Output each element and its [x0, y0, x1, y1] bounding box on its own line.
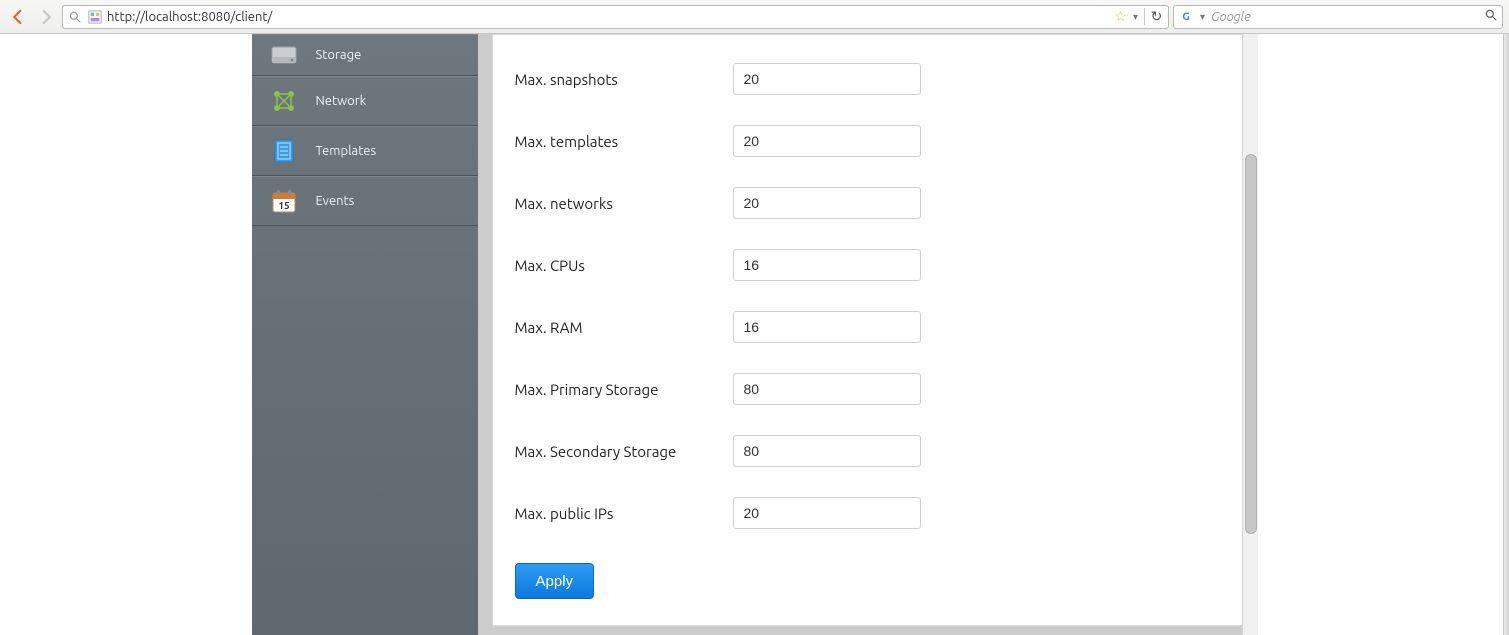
- max-networks-input[interactable]: [733, 187, 921, 219]
- sidebar-item-network[interactable]: Network: [252, 76, 478, 126]
- max-snapshots-input[interactable]: [733, 63, 921, 95]
- svg-text:15: 15: [278, 200, 290, 211]
- reload-button[interactable]: ↻: [1144, 8, 1164, 25]
- max-cpus-input[interactable]: [733, 249, 921, 281]
- favicon-icon: [87, 9, 103, 25]
- templates-icon: [270, 137, 298, 165]
- max-ram-input[interactable]: [733, 311, 921, 343]
- app-container: Storage Network Templates 15 Events: [252, 34, 1258, 635]
- search-placeholder: Google: [1211, 10, 1480, 24]
- field-label: Max. public IPs: [515, 505, 733, 522]
- search-submit-icon[interactable]: [1484, 8, 1498, 25]
- sidebar-item-label: Storage: [316, 48, 362, 62]
- url-history-dropdown-icon[interactable]: ▾: [1131, 11, 1140, 23]
- sidebar-item-label: Events: [316, 194, 355, 208]
- back-button[interactable]: [6, 5, 30, 29]
- field-label: Max. networks: [515, 195, 733, 212]
- field-label: Max. Secondary Storage: [515, 443, 733, 460]
- scrollbar-thumb[interactable]: [1245, 154, 1257, 534]
- sidebar-item-storage[interactable]: Storage: [252, 34, 478, 76]
- form-row-max-cpus: Max. CPUs: [515, 249, 1221, 281]
- sidebar: Storage Network Templates 15 Events: [252, 34, 478, 635]
- storage-icon: [270, 41, 298, 69]
- content-area: Max. snapshots Max. templates Max. netwo…: [478, 34, 1258, 635]
- field-label: Max. templates: [515, 133, 733, 150]
- browser-toolbar: http://localhost:8080/client/ ☆ ▾ ↻ G ▾ …: [0, 0, 1509, 34]
- field-label: Max. snapshots: [515, 71, 733, 88]
- sidebar-item-templates[interactable]: Templates: [252, 126, 478, 176]
- window-scrollbar[interactable]: [1503, 34, 1509, 635]
- max-secondary-storage-input[interactable]: [733, 435, 921, 467]
- form-row-max-templates: Max. templates: [515, 125, 1221, 157]
- page-viewport: Storage Network Templates 15 Events: [0, 34, 1509, 635]
- bookmark-star-icon[interactable]: ☆: [1114, 8, 1127, 25]
- forward-button[interactable]: [34, 5, 58, 29]
- search-engine-dropdown-icon[interactable]: ▾: [1198, 11, 1207, 23]
- form-row-max-snapshots: Max. snapshots: [515, 63, 1221, 95]
- field-label: Max. CPUs: [515, 257, 733, 274]
- field-label: Max. RAM: [515, 319, 733, 336]
- max-primary-storage-input[interactable]: [733, 373, 921, 405]
- form-row-max-networks: Max. networks: [515, 187, 1221, 219]
- sidebar-item-events[interactable]: 15 Events: [252, 176, 478, 226]
- apply-button[interactable]: Apply: [515, 563, 595, 599]
- network-icon: [270, 87, 298, 115]
- url-text[interactable]: http://localhost:8080/client/: [107, 10, 1110, 24]
- content-scrollbar[interactable]: [1242, 34, 1258, 635]
- form-panel: Max. snapshots Max. templates Max. netwo…: [492, 34, 1244, 626]
- sidebar-item-label: Templates: [316, 144, 377, 158]
- sidebar-item-label: Network: [316, 94, 367, 108]
- calendar-icon: 15: [270, 187, 298, 215]
- field-label: Max. Primary Storage: [515, 381, 733, 398]
- form-row-max-secondary-storage: Max. Secondary Storage: [515, 435, 1221, 467]
- form-row-max-primary-storage: Max. Primary Storage: [515, 373, 1221, 405]
- search-bar[interactable]: G ▾ Google: [1173, 5, 1503, 29]
- identity-icon: [67, 9, 83, 25]
- max-public-ips-input[interactable]: [733, 497, 921, 529]
- form-row-max-public-ips: Max. public IPs: [515, 497, 1221, 529]
- form-row-max-ram: Max. RAM: [515, 311, 1221, 343]
- search-engine-icon: G: [1178, 9, 1194, 25]
- url-bar[interactable]: http://localhost:8080/client/ ☆ ▾ ↻: [62, 5, 1169, 29]
- max-templates-input[interactable]: [733, 125, 921, 157]
